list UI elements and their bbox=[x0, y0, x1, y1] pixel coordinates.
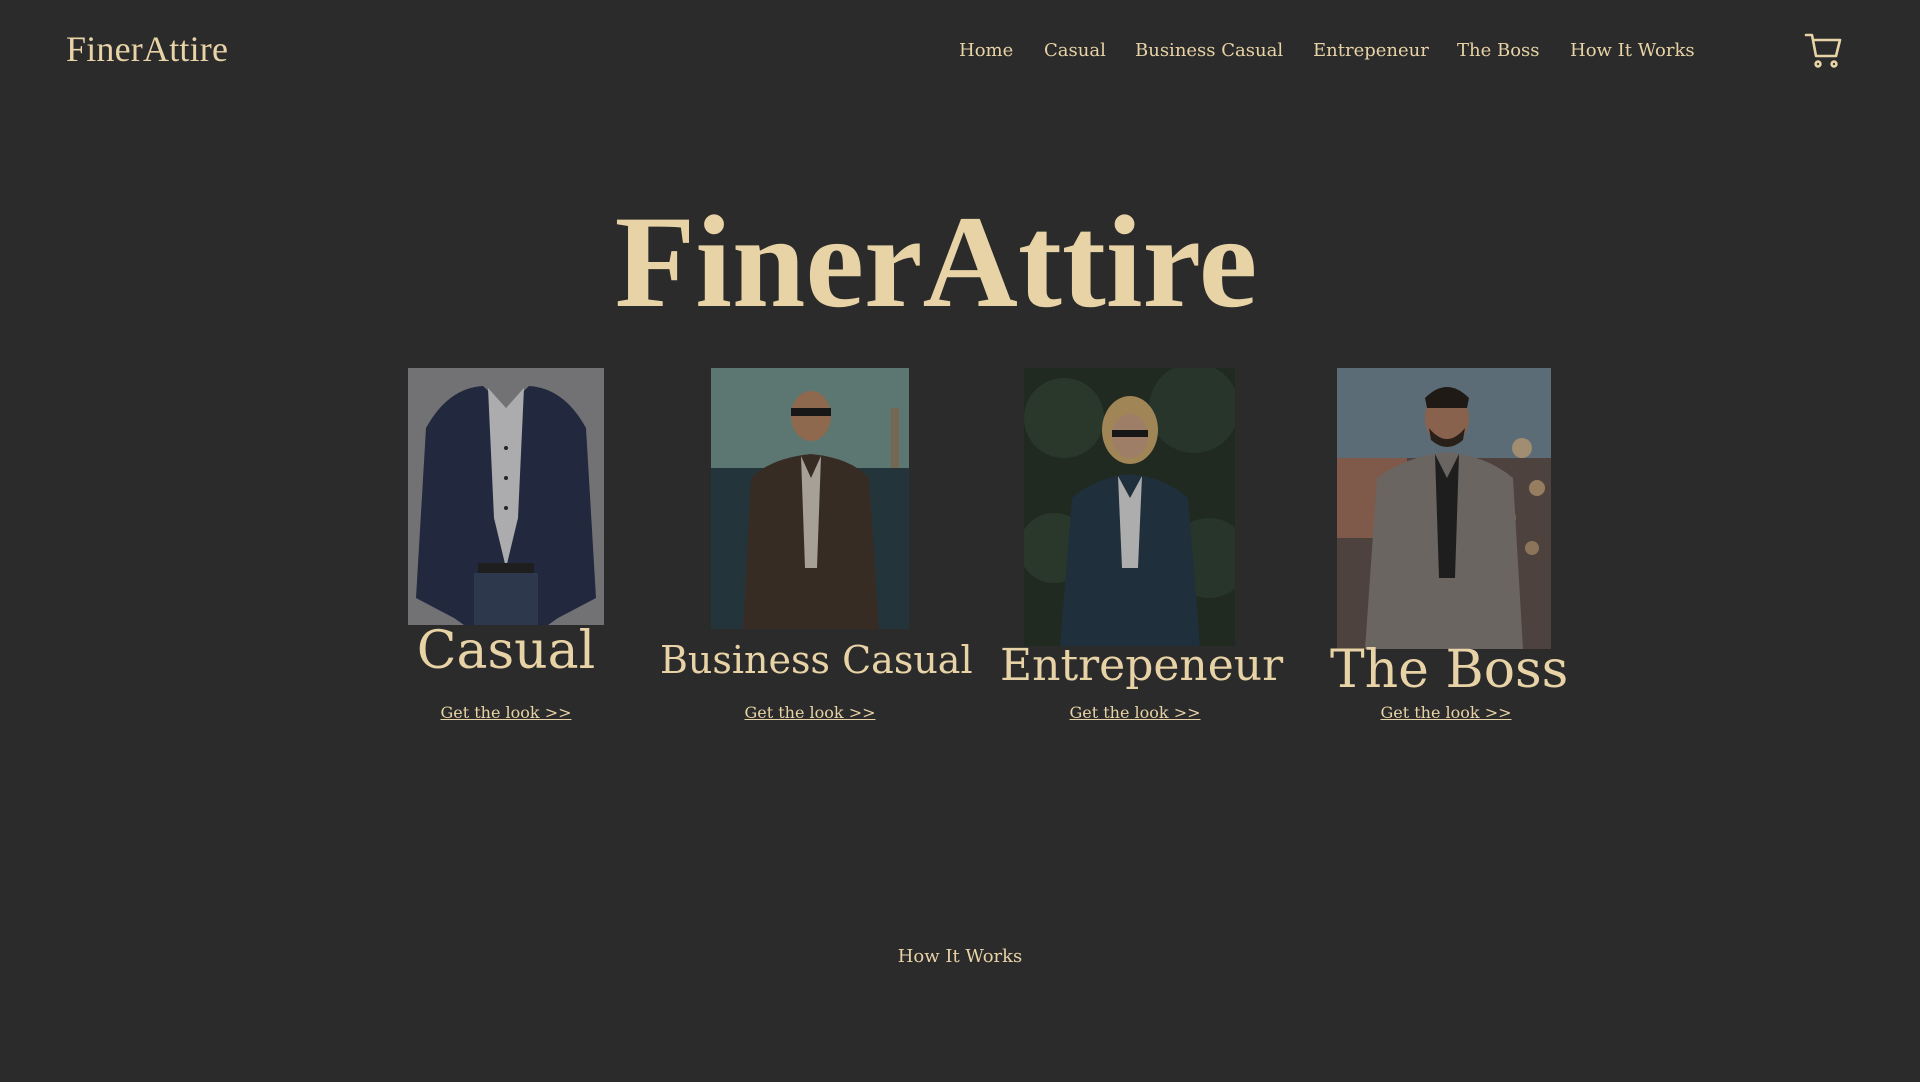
hero-title: FinerAttire bbox=[614, 188, 1258, 335]
collection-title-the-boss: The Boss bbox=[1330, 640, 1569, 700]
collection-card-casual: Casual Get the look >> bbox=[400, 368, 612, 728]
nav-item-home[interactable]: Home bbox=[959, 40, 1013, 61]
nav-item-the-boss[interactable]: The Boss bbox=[1457, 40, 1540, 61]
collection-card-entrepeneur: Entrepeneur Get the look >> bbox=[1000, 368, 1284, 728]
shopping-cart-icon[interactable] bbox=[1804, 30, 1844, 70]
get-the-look-link-casual[interactable]: Get the look >> bbox=[400, 703, 612, 722]
main-nav: Home Casual Business Casual Entrepeneur … bbox=[0, 40, 1920, 70]
casual-photo[interactable] bbox=[408, 368, 604, 625]
page: FinerAttire Home Casual Business Casual … bbox=[0, 0, 1920, 1082]
nav-item-business-casual[interactable]: Business Casual bbox=[1135, 40, 1283, 61]
how-it-works-link[interactable]: How It Works bbox=[0, 946, 1920, 967]
entrepeneur-photo[interactable] bbox=[1024, 368, 1235, 646]
the-boss-photo[interactable] bbox=[1337, 368, 1551, 649]
get-the-look-link-business-casual[interactable]: Get the look >> bbox=[660, 703, 960, 722]
collection-card-business-casual: Business Casual Get the look >> bbox=[660, 368, 973, 728]
business-casual-photo[interactable] bbox=[711, 368, 909, 629]
nav-item-entrepeneur[interactable]: Entrepeneur bbox=[1313, 40, 1429, 61]
get-the-look-link-the-boss[interactable]: Get the look >> bbox=[1330, 703, 1562, 722]
collection-card-the-boss: The Boss Get the look >> bbox=[1330, 368, 1569, 728]
nav-item-casual[interactable]: Casual bbox=[1044, 40, 1106, 61]
collection-title-casual: Casual bbox=[416, 621, 596, 681]
collection-title-business-casual: Business Casual bbox=[660, 638, 973, 682]
get-the-look-link-entrepeneur[interactable]: Get the look >> bbox=[1000, 703, 1270, 722]
nav-item-how-it-works[interactable]: How It Works bbox=[1570, 40, 1695, 61]
collection-title-entrepeneur: Entrepeneur bbox=[1000, 640, 1284, 691]
